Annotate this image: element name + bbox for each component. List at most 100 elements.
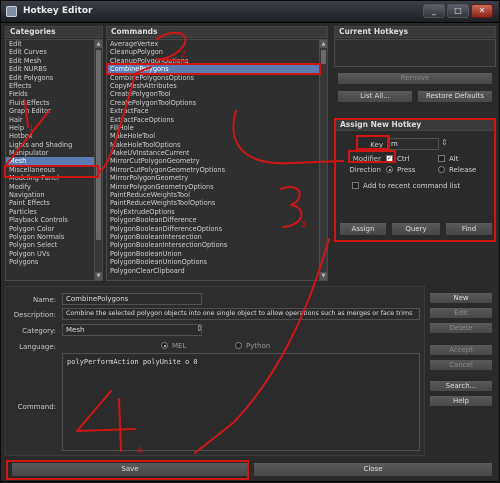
category-item[interactable]: Help — [6, 124, 102, 132]
accept-button[interactable]: Accept — [429, 344, 493, 356]
commands-header: Commands — [106, 26, 328, 38]
category-item[interactable]: Miscellaneous — [6, 166, 102, 174]
command-item[interactable]: MirrorCutPolygonGeometryOptions — [107, 166, 327, 174]
key-input[interactable]: m — [387, 138, 439, 150]
alt-checkbox[interactable] — [438, 155, 445, 162]
category-item[interactable]: Edit Curves — [6, 48, 102, 56]
category-item[interactable]: Edit Mesh — [6, 57, 102, 65]
command-item[interactable]: PaintReduceWeightsToolOptions — [107, 199, 327, 207]
category-item[interactable]: Playback Controls — [6, 216, 102, 224]
command-item[interactable]: AverageVertex — [107, 40, 327, 48]
command-item[interactable]: FillHole — [107, 124, 327, 132]
find-button[interactable]: Find — [445, 222, 493, 236]
command-item[interactable]: PolygonBooleanUnionOptions — [107, 258, 327, 266]
category-item[interactable]: Polygon Color — [6, 225, 102, 233]
scroll-up-icon[interactable]: ▲ — [320, 40, 327, 48]
command-item[interactable]: MirrorPolygonGeometry — [107, 174, 327, 182]
category-item[interactable]: Hair — [6, 116, 102, 124]
category-item[interactable]: Fluid Effects — [6, 99, 102, 107]
command-item[interactable]: PaintReduceWeightsTool — [107, 191, 327, 199]
category-item[interactable]: Polygon Normals — [6, 233, 102, 241]
command-item[interactable]: CleanupPolygon — [107, 48, 327, 56]
recent-command-checkbox[interactable] — [352, 182, 359, 189]
category-item[interactable]: Lights and Shading — [6, 141, 102, 149]
mel-radio[interactable] — [161, 342, 168, 349]
scroll-down-icon[interactable]: ▼ — [95, 272, 102, 280]
category-item[interactable]: Modeling Panel — [6, 174, 102, 182]
command-item[interactable]: CopyMeshAttributes — [107, 82, 327, 90]
command-item[interactable]: MakeHoleToolOptions — [107, 141, 327, 149]
category-item[interactable]: Polygon Select — [6, 241, 102, 249]
category-item[interactable]: Mesh — [6, 157, 102, 166]
dropdown-arrow-icon[interactable]: ⇕ — [196, 324, 203, 333]
command-item[interactable]: MirrorCutPolygonGeometry — [107, 157, 327, 165]
scroll-up-icon[interactable]: ▲ — [95, 40, 102, 48]
assign-button[interactable]: Assign — [339, 222, 387, 236]
category-item[interactable]: Edit NURBS — [6, 65, 102, 73]
current-hotkeys-list[interactable] — [334, 39, 496, 67]
command-item[interactable]: CombinePolygons — [107, 65, 327, 74]
description-input[interactable]: Combine the selected polygon objects int… — [62, 308, 420, 320]
category-item[interactable]: Particles — [6, 208, 102, 216]
category-item[interactable]: Fields — [6, 90, 102, 98]
category-item[interactable]: Hotbox — [6, 132, 102, 140]
commands-scrollbar[interactable]: ▲ ▼ — [319, 40, 327, 280]
scroll-thumb[interactable] — [96, 50, 101, 240]
command-item[interactable]: PolygonBooleanIntersection — [107, 233, 327, 241]
command-item[interactable]: CreatePolygonToolOptions — [107, 99, 327, 107]
title-bar[interactable]: Hotkey Editor _ □ ✕ — [1, 1, 499, 23]
new-button[interactable]: New — [429, 292, 493, 304]
ctrl-checkbox[interactable]: ✓ — [386, 155, 393, 162]
category-item[interactable]: Edit — [6, 40, 102, 48]
list-all-button[interactable]: List All... — [337, 90, 413, 103]
close-button[interactable]: Close — [253, 462, 493, 477]
delete-button[interactable]: Delete — [429, 322, 493, 334]
category-item[interactable]: Paint Effects — [6, 199, 102, 207]
close-window-button[interactable]: ✕ — [471, 4, 493, 18]
category-item[interactable]: Effects — [6, 82, 102, 90]
category-item[interactable]: Navigation — [6, 191, 102, 199]
name-input[interactable]: CombinePolygons — [62, 293, 202, 305]
command-textarea[interactable]: polyPerformAction polyUnite o 0 — [62, 353, 420, 451]
category-select[interactable]: Mesh — [62, 324, 202, 336]
command-item[interactable]: CreatePolygonTool — [107, 90, 327, 98]
cancel-button[interactable]: Cancel — [429, 359, 493, 371]
command-item[interactable]: CombinePolygonsOptions — [107, 74, 327, 82]
remove-button[interactable]: Remove — [337, 72, 493, 85]
dropdown-arrow-icon[interactable]: ⇕ — [441, 138, 448, 147]
query-button[interactable]: Query — [391, 222, 441, 236]
command-item[interactable]: PolygonBooleanUnion — [107, 250, 327, 258]
category-item[interactable]: Polygons — [6, 258, 102, 266]
command-item[interactable]: MakeHoleTool — [107, 132, 327, 140]
category-item[interactable]: Manipulator — [6, 149, 102, 157]
commands-list[interactable]: AverageVertex CleanupPolygon CleanupPolygo… — [106, 39, 328, 281]
scroll-down-icon[interactable]: ▼ — [320, 272, 327, 280]
press-radio[interactable] — [386, 166, 393, 173]
command-item[interactable]: PolygonClearClipboard — [107, 267, 327, 275]
command-item[interactable]: ExtractFaceOptions — [107, 116, 327, 124]
category-item[interactable]: Polygon UVs — [6, 250, 102, 258]
search-button[interactable]: Search... — [429, 380, 493, 392]
command-item[interactable]: CleanupPolygonOptions — [107, 57, 327, 65]
command-item[interactable]: PolygonBooleanDifferenceOptions — [107, 225, 327, 233]
command-item[interactable]: MakeUVInstanceCurrent — [107, 149, 327, 157]
scroll-thumb[interactable] — [321, 50, 326, 64]
command-item[interactable]: ExtractFace — [107, 107, 327, 115]
command-item[interactable]: MirrorPolygonGeometryOptions — [107, 183, 327, 191]
command-item[interactable]: PolygonBooleanIntersectionOptions — [107, 241, 327, 249]
minimize-button[interactable]: _ — [423, 4, 445, 18]
edit-button[interactable]: Edit — [429, 307, 493, 319]
command-item[interactable]: PolygonBooleanDifference — [107, 216, 327, 224]
command-item[interactable]: PolyExtrudeOptions — [107, 208, 327, 216]
restore-defaults-button[interactable]: Restore Defaults — [417, 90, 493, 103]
category-item[interactable]: Graph Editor — [6, 107, 102, 115]
maximize-button[interactable]: □ — [447, 4, 469, 18]
save-button[interactable]: Save — [11, 462, 249, 477]
python-radio[interactable] — [235, 342, 242, 349]
release-radio[interactable] — [438, 166, 445, 173]
category-item[interactable]: Modify — [6, 183, 102, 191]
help-button[interactable]: Help — [429, 395, 493, 407]
categories-scrollbar[interactable]: ▲ ▼ — [94, 40, 102, 280]
category-item[interactable]: Edit Polygons — [6, 74, 102, 82]
categories-list[interactable]: Edit Edit Curves Edit Mesh Edit NURBS Edit P… — [5, 39, 103, 281]
